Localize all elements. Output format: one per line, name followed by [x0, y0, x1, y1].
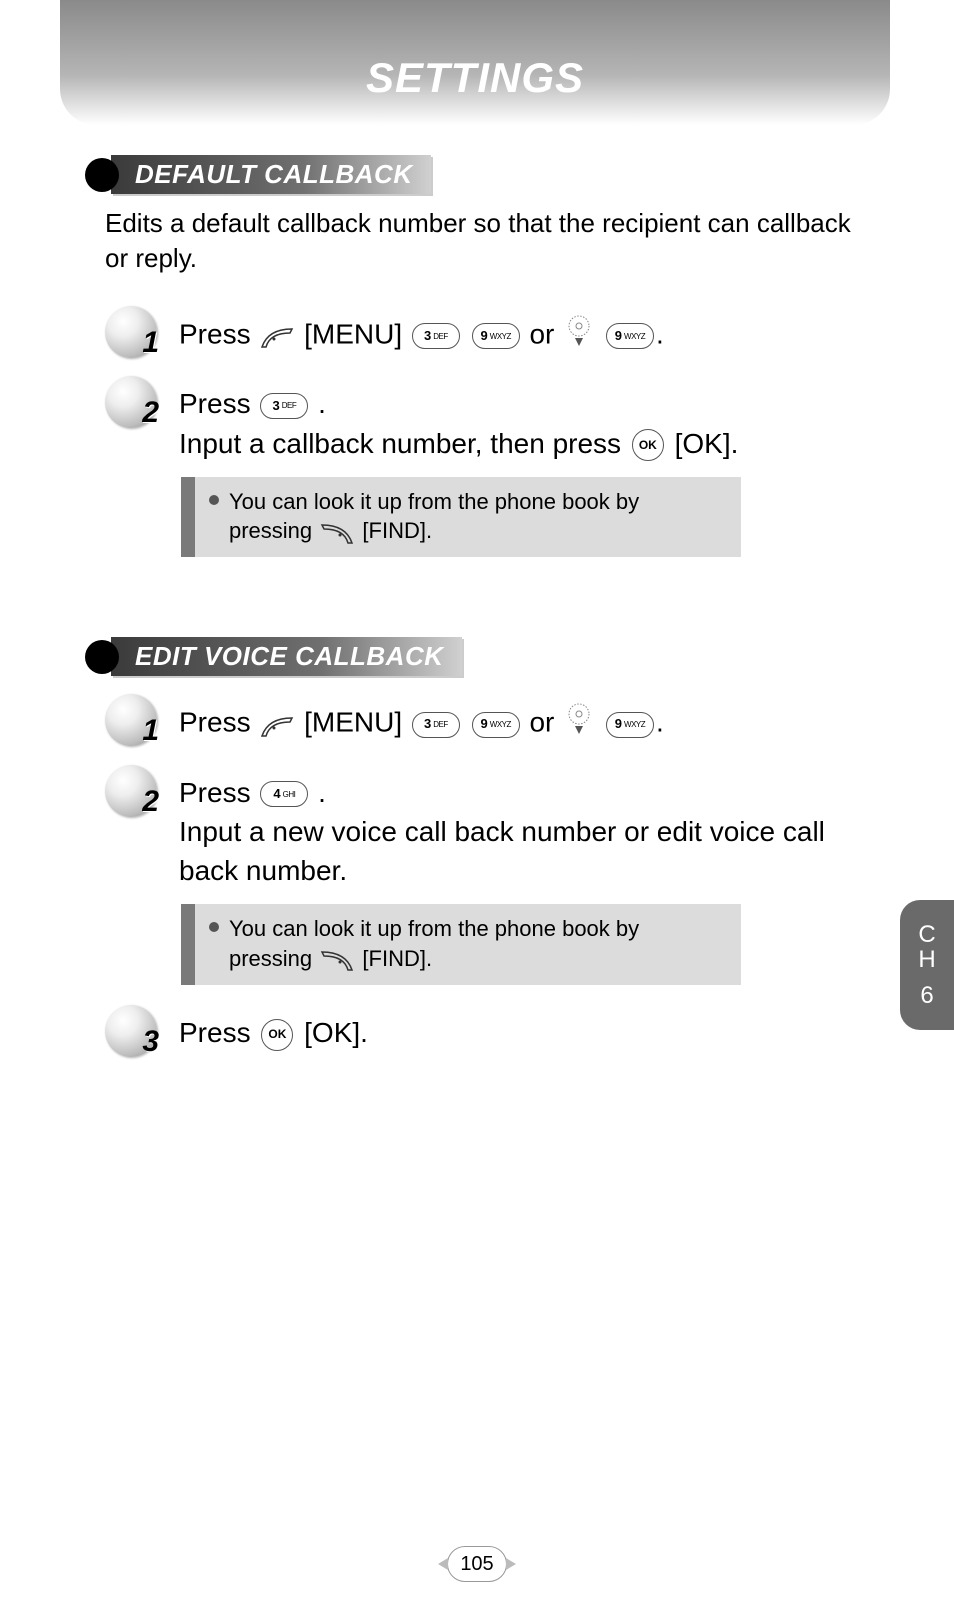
step-badge: 2: [105, 376, 165, 428]
key-3-icon: 3DEF: [260, 393, 308, 419]
note-box: You can look it up from the phone book b…: [181, 904, 741, 985]
section-intro: Edits a default callback number so that …: [105, 206, 865, 276]
section-heading: DEFAULT CALLBACK: [111, 155, 431, 194]
step-text: Press [MENU] 3DEF 9WXYZ or 9WXYZ.: [179, 694, 664, 746]
nav-down-icon: [565, 702, 593, 746]
step-text: Press 3DEF . Input a callback number, th…: [179, 376, 738, 462]
section-header-edit-voice-callback: EDIT VOICE CALLBACK: [85, 637, 865, 676]
step-row: 1 Press [MENU] 3DEF 9WXYZ or 9WXYZ.: [105, 306, 865, 358]
step-text: Press 4GHI . Input a new voice call back…: [179, 765, 865, 891]
page-content: DEFAULT CALLBACK Edits a default callbac…: [85, 155, 865, 1063]
note-text: You can look it up from the phone book b…: [229, 916, 639, 941]
step-number: 2: [142, 396, 159, 430]
page-title: SETTINGS: [366, 54, 584, 102]
chapter-tab: C H 6: [900, 900, 954, 1030]
right-softkey-icon: [320, 945, 354, 975]
step-number: 1: [142, 326, 159, 360]
note-accent-bar: [181, 477, 195, 558]
page-header: SETTINGS: [60, 0, 890, 125]
left-softkey-icon: [260, 705, 294, 744]
page-number: 105: [447, 1546, 507, 1582]
step-row: 2 Press 3DEF . Input a callback number, …: [105, 376, 865, 462]
step-number: 3: [142, 1025, 159, 1059]
step-badge: 1: [105, 306, 165, 358]
ok-key-icon: OK: [632, 429, 664, 461]
key-3-icon: 3DEF: [412, 712, 460, 738]
step-badge: 1: [105, 694, 165, 746]
left-softkey-icon: [260, 317, 294, 356]
step-number: 1: [142, 714, 159, 748]
nav-down-icon: [565, 314, 593, 358]
step-badge: 2: [105, 765, 165, 817]
step-row: 1 Press [MENU] 3DEF 9WXYZ or 9WXYZ.: [105, 694, 865, 746]
note-text: You can look it up from the phone book b…: [229, 489, 639, 514]
bullet-icon: [85, 640, 119, 674]
bullet-icon: [85, 158, 119, 192]
ok-key-icon: OK: [261, 1019, 293, 1051]
step-number: 2: [142, 785, 159, 819]
section-heading: EDIT VOICE CALLBACK: [111, 637, 462, 676]
key-9-icon: 9WXYZ: [472, 323, 520, 349]
note-box: You can look it up from the phone book b…: [181, 477, 741, 558]
page-footer: 105: [0, 1546, 954, 1582]
key-9-icon: 9WXYZ: [606, 712, 654, 738]
step-text: Press OK [OK].: [179, 1005, 368, 1052]
step-row: 2 Press 4GHI . Input a new voice call ba…: [105, 765, 865, 891]
key-9-icon: 9WXYZ: [606, 323, 654, 349]
section-header-default-callback: DEFAULT CALLBACK: [85, 155, 865, 194]
bullet-icon: [209, 922, 219, 932]
note-accent-bar: [181, 904, 195, 985]
right-softkey-icon: [320, 518, 354, 548]
step-text: Press [MENU] 3DEF 9WXYZ or 9WXYZ.: [179, 306, 664, 358]
key-4-icon: 4GHI: [260, 781, 308, 807]
bullet-icon: [209, 495, 219, 505]
step-badge: 3: [105, 1005, 165, 1057]
key-3-icon: 3DEF: [412, 323, 460, 349]
key-9-icon: 9WXYZ: [472, 712, 520, 738]
step-row: 3 Press OK [OK].: [105, 1005, 865, 1057]
